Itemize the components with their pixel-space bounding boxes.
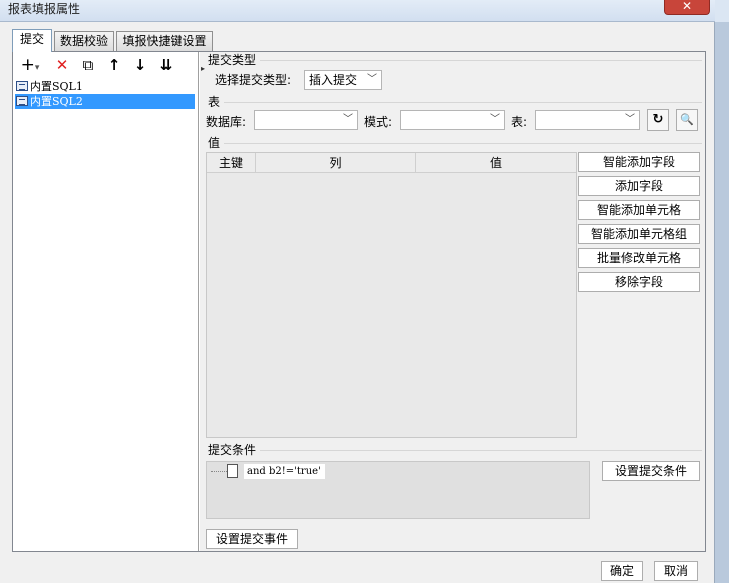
table-select[interactable]: ﹀ (535, 110, 640, 130)
divider (224, 143, 702, 144)
condition-section-label: 提交条件 (208, 443, 257, 457)
smart-add-cell-group-button[interactable]: 智能添加单元格组 (578, 224, 700, 244)
submit-type-section-label: 提交类型 (208, 53, 257, 67)
smart-add-field-button[interactable]: 智能添加字段 (578, 152, 700, 172)
copy-button[interactable]: ⧉ (77, 56, 99, 76)
schema-select[interactable]: ﹀ (400, 110, 505, 130)
move-bottom-icon: ⇊ (159, 56, 173, 74)
move-bottom-button[interactable]: ⇊ (155, 56, 177, 76)
chevron-down-icon: ﹀ (490, 114, 500, 125)
database-label: 数据库: (206, 115, 247, 129)
refresh-icon: ↻ (652, 112, 664, 127)
divider (260, 450, 702, 451)
chevron-down-icon: ﹀ (343, 114, 353, 125)
table-label: 表: (511, 115, 528, 129)
column-header-primary-key[interactable]: 主键 (207, 153, 256, 173)
condition-tree[interactable]: and b2!='true' (206, 461, 590, 519)
chevron-down-icon: ﹀ (625, 114, 635, 125)
column-header-value[interactable]: 值 (416, 153, 576, 173)
chevron-down-icon: ﹀ (367, 74, 377, 85)
submit-type-select[interactable]: 插入提交 ﹀ (304, 70, 382, 90)
tab-data-validation[interactable]: 数据校验 (54, 31, 114, 51)
arrow-up-icon: ↑ (107, 56, 121, 74)
window-title: 报表填报属性 (8, 2, 81, 16)
delete-icon: ✕ (55, 56, 69, 74)
submit-settings-panel: 提交类型 选择提交类型: 插入提交 ﹀ 表 数据库: ﹀ 模式: ﹀ 表: ﹀ … (206, 52, 705, 551)
divider (260, 60, 702, 61)
column-header-column[interactable]: 列 (256, 153, 416, 173)
batch-modify-cells-button[interactable]: 批量修改单元格 (578, 248, 700, 268)
plus-icon: + (20, 55, 35, 75)
tab-submit[interactable]: 提交 (12, 29, 52, 52)
divider (224, 102, 702, 103)
set-submit-event-button[interactable]: 设置提交事件 (206, 529, 298, 549)
close-button[interactable]: ✕ (664, 0, 710, 15)
title-bar: 报表填报属性 ✕ (0, 0, 715, 22)
preview-button[interactable]: 🔍 (676, 109, 698, 131)
submit-type-label: 选择提交类型: (215, 73, 292, 87)
tree-item-label: 内置SQL1 (30, 80, 83, 93)
list-toolbar: +▾ ✕ ⧉ ↑ ↓ ⇊ (15, 54, 195, 76)
cancel-button[interactable]: 取消 (654, 561, 698, 581)
remove-field-button[interactable]: 移除字段 (578, 272, 700, 292)
add-button[interactable]: +▾ (17, 56, 43, 76)
database-select[interactable]: ﹀ (254, 110, 358, 130)
submit-list-panel: +▾ ✕ ⧉ ↑ ↓ ⇊ 内置SQL1 内置SQL2 (13, 52, 199, 551)
document-icon (227, 464, 238, 478)
preview-icon: 🔍 (680, 113, 694, 126)
refresh-button[interactable]: ↻ (647, 109, 669, 131)
move-down-button[interactable]: ↓ (129, 56, 151, 76)
field-value-table[interactable]: 主键 列 值 (206, 152, 577, 438)
submit-type-value: 插入提交 (309, 73, 358, 87)
table-section-label: 表 (208, 95, 221, 109)
tab-content: +▾ ✕ ⧉ ↑ ↓ ⇊ 内置SQL1 内置SQL2 ▸ 提交类型 选择提交类型… (12, 51, 706, 552)
set-condition-button[interactable]: 设置提交条件 (602, 461, 700, 481)
dropdown-arrow-icon: ▾ (34, 63, 40, 73)
tree-item-selected[interactable]: 内置SQL2 (15, 94, 195, 109)
tree-connector (211, 471, 227, 472)
schema-label: 模式: (364, 115, 393, 129)
add-field-button[interactable]: 添加字段 (578, 176, 700, 196)
close-icon: ✕ (681, 0, 693, 13)
tab-shortcut-settings[interactable]: 填报快捷键设置 (116, 31, 213, 51)
copy-icon: ⧉ (82, 56, 94, 74)
submit-tree: 内置SQL1 内置SQL2 (15, 79, 195, 109)
delete-button[interactable]: ✕ (51, 56, 73, 76)
values-section-label: 值 (208, 136, 221, 150)
ok-button[interactable]: 确定 (601, 561, 643, 581)
table-header: 主键 列 值 (207, 153, 576, 173)
collapse-arrow-icon[interactable]: ▸ (201, 64, 205, 73)
move-up-button[interactable]: ↑ (103, 56, 125, 76)
arrow-down-icon: ↓ (133, 56, 147, 74)
dialog: 报表填报属性 ✕ 提交 数据校验 填报快捷键设置 +▾ ✕ ⧉ ↑ ↓ ⇊ 内置… (0, 0, 715, 583)
sql-icon (16, 81, 28, 91)
tree-item[interactable]: 内置SQL1 (15, 79, 195, 94)
condition-item[interactable]: and b2!='true' (243, 463, 326, 480)
tree-item-label: 内置SQL2 (30, 95, 83, 108)
sql-icon (16, 96, 28, 106)
smart-add-cell-button[interactable]: 智能添加单元格 (578, 200, 700, 220)
